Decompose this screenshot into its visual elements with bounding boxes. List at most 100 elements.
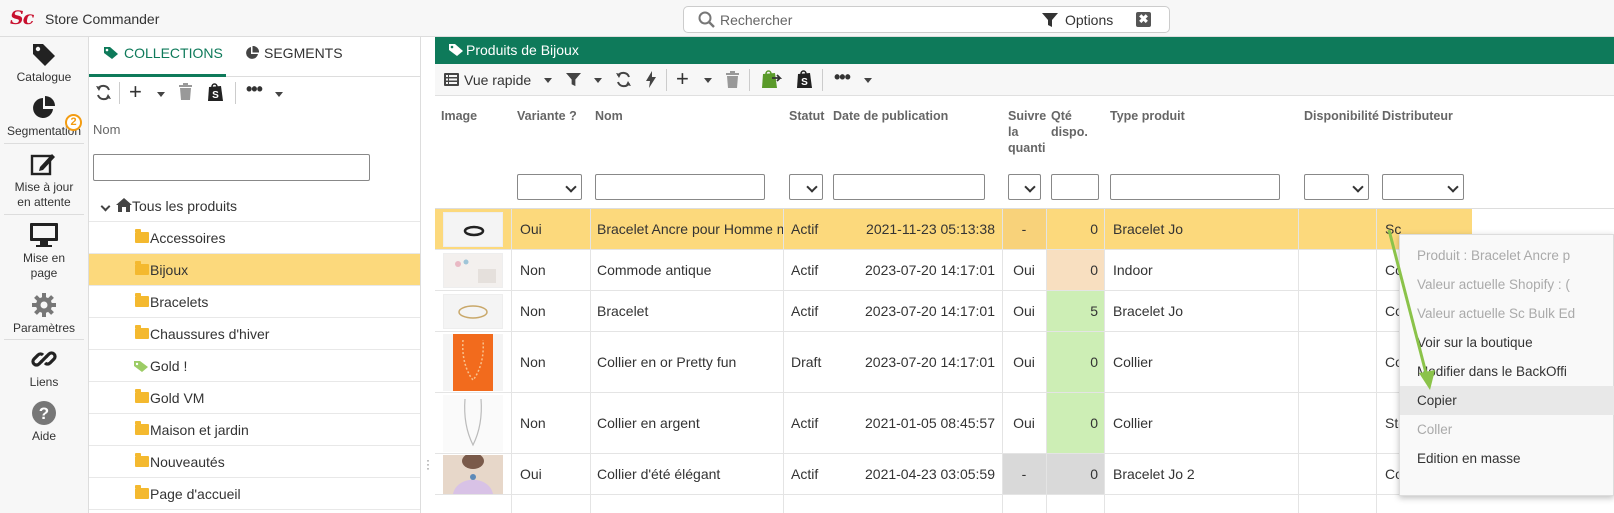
tree-item-all-products[interactable]: Tous les produits [89,190,420,222]
chevron-down-icon[interactable] [275,92,283,97]
chevron-down-icon[interactable] [100,201,111,212]
search-input[interactable] [720,10,1020,30]
column-header-product-type[interactable]: Type produit [1110,108,1185,124]
qty-filter-input[interactable] [1051,174,1099,200]
column-header-track-qty[interactable]: Suivre la quanti [1008,108,1048,156]
status-filter-select[interactable] [789,174,823,200]
chevron-down-icon[interactable] [544,78,552,83]
status-cell[interactable]: Actif [791,250,831,290]
column-header-publish-date[interactable]: Date de publication [833,108,948,124]
tree-item-accessoires[interactable]: Accessoires [89,222,420,254]
qty-cell[interactable]: 0 [1046,209,1098,249]
lightning-icon[interactable] [646,71,656,88]
status-cell[interactable]: Actif [791,291,831,331]
add-icon[interactable]: + [129,81,142,103]
name-cell[interactable]: Commode antique [597,250,783,290]
sidebar-item-links[interactable]: Liens [0,346,88,390]
product-type-cell[interactable]: Indoor [1113,250,1298,290]
variant-filter-select[interactable] [517,174,582,200]
shopify-sync-icon[interactable] [760,69,782,89]
tree-item-bracelets[interactable]: Bracelets [89,286,420,318]
status-cell[interactable]: Actif [791,209,831,249]
tree-item-gold-vm[interactable]: Gold VM [89,382,420,414]
more-icon[interactable]: ••• [834,67,851,88]
chevron-down-icon[interactable] [704,78,712,83]
sidebar-item-help[interactable]: ? Aide [0,400,88,444]
date-filter-input[interactable] [833,174,985,200]
product-type-cell[interactable]: Bracelet Jo [1113,209,1298,249]
track-qty-cell[interactable]: Oui [1002,332,1046,392]
qty-cell[interactable]: 0 [1046,332,1098,392]
product-type-cell[interactable]: Bracelet Jo [1113,291,1298,331]
chevron-down-icon[interactable] [594,78,602,83]
variant-cell[interactable]: Non [520,393,590,453]
filter-icon[interactable] [1042,12,1058,28]
status-cell[interactable]: Actif [791,393,831,453]
status-cell[interactable]: Draft [791,332,831,392]
vendor-filter-select[interactable] [1382,174,1464,200]
tree-item-maison-jardin[interactable]: Maison et jardin [89,414,420,446]
panel-splitter[interactable] [421,37,435,513]
sidebar-item-settings[interactable]: Paramètres [0,292,88,336]
variant-cell[interactable]: Oui [520,454,590,494]
variant-cell[interactable]: Non [520,332,590,392]
name-filter-input[interactable] [595,174,765,200]
date-cell[interactable]: 2023-07-20 14:17:01 [833,250,995,290]
trash-icon[interactable] [178,83,193,100]
name-cell[interactable]: Bracelet Ancre pour Homme m [597,209,783,249]
track-qty-cell[interactable]: - [1002,454,1046,494]
sidebar-item-catalogue[interactable]: Catalogue [0,41,88,85]
date-cell[interactable]: 2023-07-20 14:17:01 [833,291,995,331]
column-header-vendor[interactable]: Distributeur [1382,108,1453,124]
column-header-availability[interactable]: Disponibilité [1304,108,1379,124]
date-cell[interactable]: 2021-11-23 05:13:38 [833,209,995,249]
tree-item-gold[interactable]: Gold ! [89,350,420,382]
name-cell[interactable]: Collier d'été élégant [597,454,783,494]
tab-collections[interactable]: COLLECTIONS [103,45,223,61]
chevron-down-icon[interactable] [864,78,872,83]
sidebar-item-pending-updates[interactable]: Mise à jour en attente [0,151,88,210]
name-cell[interactable]: Collier en argent [597,393,783,453]
availability-filter-select[interactable] [1304,174,1369,200]
product-type-cell[interactable]: Collier [1113,393,1298,453]
column-header-image[interactable]: Image [441,108,477,124]
variant-cell[interactable]: Non [520,250,590,290]
options-button[interactable]: Options [1065,12,1113,28]
track-qty-cell[interactable]: Oui [1002,393,1046,453]
variant-cell[interactable]: Non [520,291,590,331]
view-selector[interactable]: Vue rapide [464,72,531,88]
filter-icon[interactable] [566,72,581,87]
menu-item-bulk-edit[interactable]: Edition en masse [1400,444,1614,473]
refresh-icon[interactable] [615,71,632,88]
tree-item-chaussures-hiver[interactable]: Chaussures d'hiver [89,318,420,350]
date-cell[interactable]: 2023-07-20 14:17:01 [833,332,995,392]
qty-cell[interactable]: 0 [1046,393,1098,453]
chevron-down-icon[interactable] [157,92,165,97]
qty-cell[interactable]: 0 [1046,454,1098,494]
tab-segments[interactable]: SEGMENTS [245,45,343,61]
date-cell[interactable]: 2021-04-23 03:05:59 [833,454,995,494]
track-qty-cell[interactable]: - [1002,209,1046,249]
tree-item-nouveautes[interactable]: Nouveautés [89,446,420,478]
variant-cell[interactable]: Oui [520,209,590,249]
add-icon[interactable]: + [676,68,689,90]
status-cell[interactable]: Actif [791,454,831,494]
track-qty-cell[interactable]: Oui [1002,291,1046,331]
qty-cell[interactable]: 0 [1046,250,1098,290]
name-cell[interactable]: Bracelet [597,291,783,331]
column-header-variant[interactable]: Variante ? [517,108,577,124]
column-header-name[interactable]: Nom [595,108,623,124]
shopify-icon[interactable]: S [796,69,814,89]
track-qty-filter-select[interactable] [1008,174,1041,200]
column-header-status[interactable]: Statut [789,108,824,124]
splitter-handle[interactable]: · · · [426,454,430,474]
trash-icon[interactable] [725,71,740,88]
tree-item-bijoux[interactable]: Bijoux [89,254,420,286]
refresh-icon[interactable] [95,84,112,101]
product-type-cell[interactable]: Bracelet Jo 2 [1113,454,1298,494]
track-qty-cell[interactable]: Oui [1002,250,1046,290]
clear-search-button[interactable]: ✖ [1136,12,1151,27]
shopify-icon[interactable]: S [207,82,225,102]
tree-item-page-accueil[interactable]: Page d'accueil [89,478,420,510]
name-cell[interactable]: Collier en or Pretty fun [597,332,783,392]
